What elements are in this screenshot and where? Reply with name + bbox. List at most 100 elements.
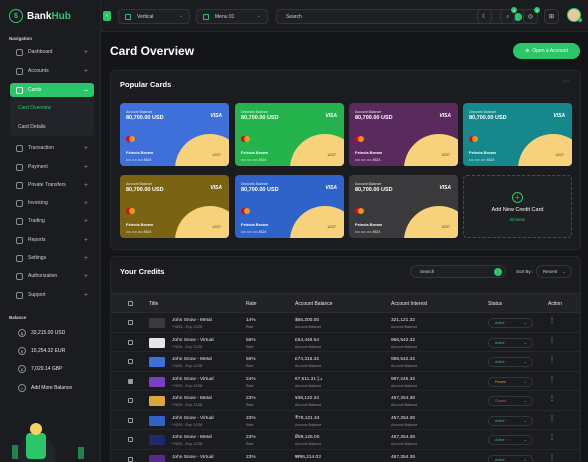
- sidebar-item-dashboard[interactable]: Dashboard +: [10, 45, 94, 59]
- credit-card[interactable]: Account Balance 80,700.00 USD VISA Felecia …: [120, 175, 229, 238]
- layout-select[interactable]: Vertical ⌄: [118, 9, 190, 24]
- plus-icon[interactable]: +: [84, 68, 88, 75]
- status-value: Active: [495, 438, 505, 442]
- plus-icon[interactable]: +: [84, 218, 88, 225]
- row-actions-icon[interactable]: ⋮: [549, 356, 555, 363]
- plus-icon[interactable]: +: [84, 49, 88, 56]
- status-select[interactable]: Active ⌄: [488, 318, 533, 328]
- sort-select[interactable]: Recent ⌄: [536, 265, 572, 278]
- credit-card[interactable]: Deposits Balance 80,700.00 USD VISA Felecia…: [235, 175, 344, 238]
- row-checkbox[interactable]: [128, 417, 133, 423]
- more-options-icon[interactable]: ···: [563, 78, 570, 85]
- row-checkbox[interactable]: [128, 437, 133, 442]
- sidebar-item-cards[interactable]: Cards –: [10, 83, 94, 97]
- sidebar-item-transaction[interactable]: Transaction +: [10, 141, 94, 155]
- interest-label: Account Balance: [391, 364, 418, 368]
- search-icon[interactable]: [514, 13, 522, 21]
- status-select[interactable]: Frozen ⌄: [488, 376, 533, 387]
- credit-card[interactable]: Deposits Balance 80,700.00 USD VISA Felecia…: [235, 103, 344, 166]
- apps-button[interactable]: ⊞: [544, 9, 559, 24]
- plus-icon[interactable]: +: [84, 182, 88, 189]
- header-action: Action: [548, 301, 562, 307]
- messages-button[interactable]: ◎ 3: [523, 7, 540, 24]
- sidebar-item-settings[interactable]: Settings +: [10, 251, 94, 265]
- minus-icon[interactable]: –: [84, 87, 88, 94]
- row-actions-icon[interactable]: ⋮: [549, 434, 555, 441]
- table-row[interactable]: John Snow - Metal **4291 - Exp: 12/26 14% R…: [111, 313, 581, 333]
- table-row[interactable]: John Snow - Metal **4291 - Exp: 12/26 56% R…: [111, 352, 581, 372]
- plus-icon[interactable]: +: [84, 145, 88, 152]
- sidebar-item-reports[interactable]: Reports +: [10, 233, 94, 247]
- row-checkbox[interactable]: [128, 320, 133, 325]
- row-actions-icon[interactable]: ⋮: [549, 317, 555, 324]
- credits-search-input[interactable]: Search: [410, 265, 506, 278]
- row-checkbox[interactable]: [128, 456, 133, 462]
- credit-card[interactable]: Account Balance 80,700.00 USD VISA Felecia …: [349, 103, 458, 166]
- status-select[interactable]: Active ⌄: [488, 435, 533, 445]
- table-row[interactable]: John Snow - Virtual **4291 - Exp: 12/26 56…: [111, 333, 581, 352]
- credit-card[interactable]: Account Balance 80,700.00 USD VISA Felecia …: [120, 103, 229, 166]
- plus-icon[interactable]: +: [84, 200, 88, 207]
- table-row[interactable]: John Snow - Virtual **4291 - Exp: 12/26 24…: [111, 372, 581, 391]
- balance-item[interactable]: €15,254.32 EUR: [18, 347, 65, 355]
- open-account-button[interactable]: ⊕ Open a Account: [513, 43, 580, 59]
- card-holder-name: Felecia Brown: [241, 222, 269, 227]
- balance-label: Account Balance: [295, 422, 322, 427]
- status-select[interactable]: Active ⌄: [488, 454, 533, 462]
- theme-toggle-button[interactable]: ☾: [477, 9, 492, 24]
- select-all-checkbox[interactable]: [128, 301, 133, 306]
- credit-card[interactable]: Deposits Balance 80,700.00 USD VISA Felecia…: [463, 103, 572, 166]
- row-actions-icon[interactable]: ⋮: [549, 415, 555, 422]
- sidebar-subitem-card-details[interactable]: Card Details: [18, 124, 46, 130]
- notifications-button[interactable]: ♪ 4: [500, 7, 517, 24]
- balance-item[interactable]: £7,029.14 GBP: [18, 365, 62, 373]
- plus-icon[interactable]: +: [84, 255, 88, 262]
- menu-select[interactable]: Menu 01 ⌄: [196, 9, 268, 24]
- credit-card[interactable]: Account Balance 80,700.00 USD VISA Felecia …: [349, 175, 458, 238]
- sidebar-item-accounts[interactable]: Accounts +: [10, 64, 94, 78]
- sidebar-item-payment[interactable]: Payment +: [10, 160, 94, 174]
- balance-item[interactable]: $33,215.00 USD: [18, 329, 65, 337]
- sidebar-subitem-card-overview[interactable]: Card Overview: [18, 105, 51, 111]
- row-actions-icon[interactable]: ⋮: [549, 376, 555, 383]
- row-checkbox[interactable]: [128, 378, 133, 384]
- plus-icon[interactable]: +: [84, 273, 88, 280]
- sidebar-item-private-transfers[interactable]: Private Transfers +: [10, 178, 94, 192]
- row-actions-icon[interactable]: ⋮: [549, 337, 555, 344]
- add-credit-card-tile[interactable]: + Add New Credit Card Browse: [463, 175, 572, 238]
- sidebar-item-authorization[interactable]: Authorization +: [10, 269, 94, 283]
- table-row[interactable]: John Snow - Metal **4291 - Exp: 12/26 23% R…: [111, 391, 581, 411]
- plus-icon[interactable]: +: [84, 164, 88, 171]
- visa-logo: VISA: [553, 113, 565, 119]
- row-checkbox[interactable]: [128, 398, 133, 403]
- row-checkbox[interactable]: [128, 339, 133, 345]
- browse-link[interactable]: Browse: [464, 217, 571, 222]
- row-actions-icon[interactable]: ⋮: [549, 454, 555, 461]
- card-subtitle: **4291 - Exp: 12/26: [172, 442, 203, 446]
- sidebar-item-invoicing[interactable]: Invoicing +: [10, 196, 94, 210]
- status-select[interactable]: Active ⌄: [488, 357, 533, 367]
- row-checkbox[interactable]: [128, 359, 133, 364]
- user-avatar[interactable]: [567, 8, 582, 22]
- collapse-sidebar-button[interactable]: ‹: [103, 11, 111, 21]
- settings-icon: [16, 254, 23, 262]
- table-row[interactable]: John Snow - Virtual**4291 - Exp: 12/2623…: [111, 450, 581, 462]
- status-select[interactable]: Active ⌄: [488, 415, 533, 426]
- status-select[interactable]: Closed ⌄: [488, 396, 533, 406]
- table-row[interactable]: John Snow - Virtual**4291 - Exp: 12/2623…: [111, 411, 581, 430]
- status-value: Closed: [495, 399, 506, 403]
- table-row[interactable]: John Snow - Metal **4291 - Exp: 12/26 23% R…: [111, 430, 581, 450]
- brand-logo[interactable]: $ BankHub: [9, 9, 71, 23]
- plus-icon[interactable]: +: [84, 292, 88, 299]
- search-icon[interactable]: [494, 268, 502, 276]
- add-balance-button[interactable]: + Add More Balance: [18, 384, 72, 392]
- status-value: Active: [495, 321, 505, 325]
- reports-icon: [16, 236, 23, 244]
- card-amount: 80,700.00 USD: [241, 115, 279, 121]
- sidebar-item-support[interactable]: Support +: [10, 288, 94, 302]
- plus-icon[interactable]: +: [84, 237, 88, 244]
- row-actions-icon[interactable]: ⋮: [549, 395, 555, 402]
- sidebar-item-trading[interactable]: Trading +: [10, 214, 94, 228]
- status-select[interactable]: Active ⌄: [488, 337, 533, 348]
- menu-select-value: Menu 01: [215, 13, 235, 20]
